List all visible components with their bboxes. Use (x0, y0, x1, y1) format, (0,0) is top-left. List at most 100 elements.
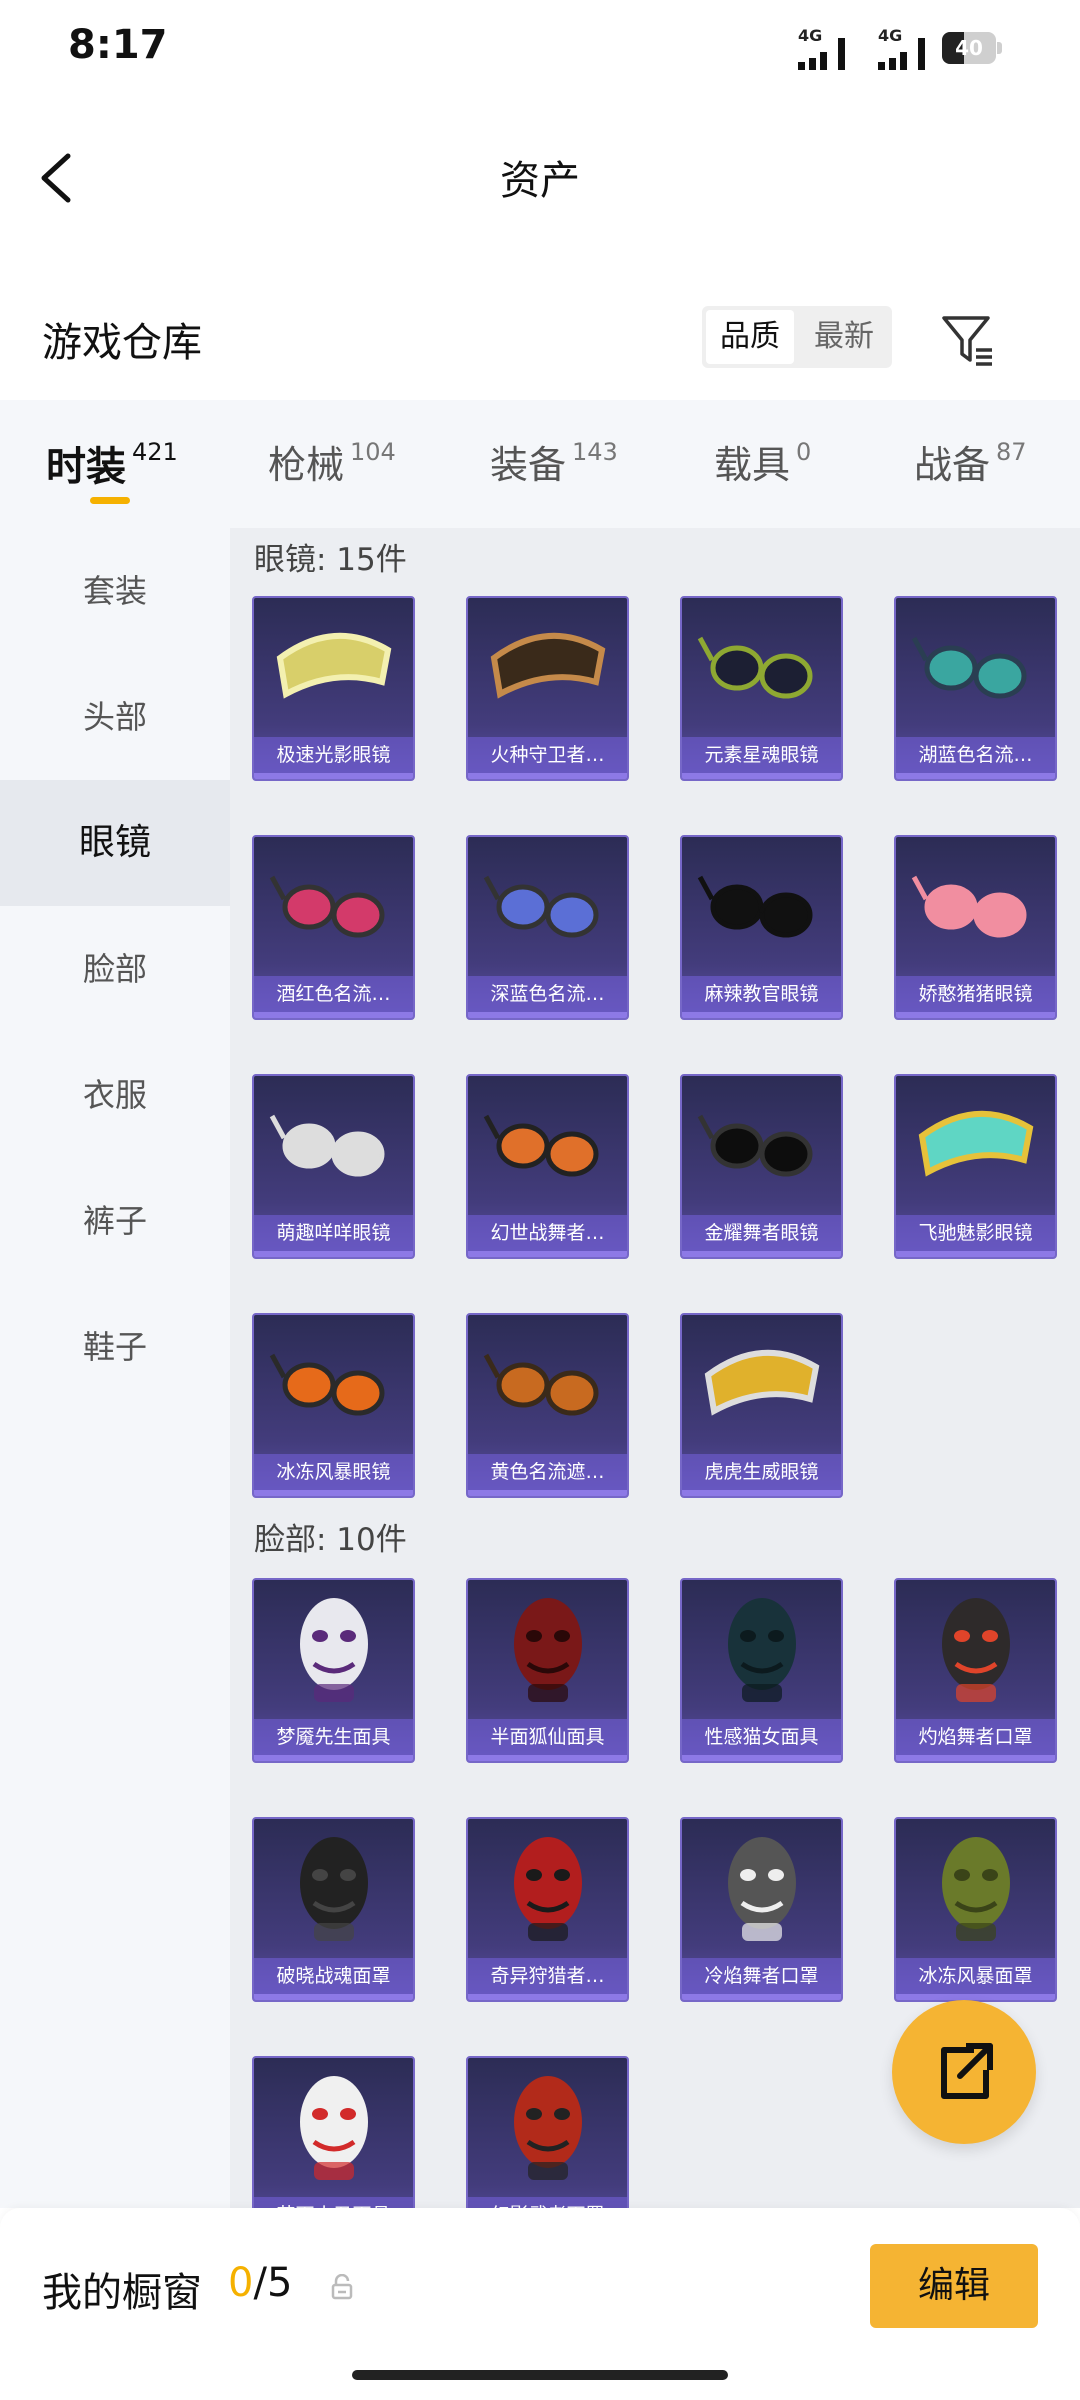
status-time: 8:17 (68, 22, 168, 68)
item-image (514, 1837, 582, 1941)
signal-bars-icon-2 (918, 30, 932, 70)
battery-icon: 40 (942, 32, 1002, 64)
item-card[interactable]: 金耀舞者眼镜 (680, 1074, 843, 1259)
edit-button[interactable]: 编辑 (870, 2244, 1038, 2328)
signal-icon-2: 4G (878, 26, 914, 70)
item-card[interactable]: 元素星魂眼镜 (680, 596, 843, 781)
item-grid-area: 眼镜: 15件 极速光影眼镜 火种守卫者… 元素星魂眼镜 湖蓝色名流… 酒红色名流… 深蓝… (230, 528, 1080, 2208)
item-image (697, 875, 813, 938)
sidebar-item-pants[interactable]: 裤子 (0, 1158, 230, 1284)
sidebar-item-glasses[interactable]: 眼镜 (0, 780, 230, 906)
item-card[interactable]: 灼焰舞者口罩 (894, 1578, 1057, 1763)
tab-label: 枪械 (268, 443, 345, 487)
sort-newest-button[interactable]: 最新 (800, 310, 888, 364)
signal-bars-icon (838, 30, 852, 70)
item-image (300, 2076, 368, 2180)
glasses-grid: 极速光影眼镜 火种守卫者… 元素星魂眼镜 湖蓝色名流… 酒红色名流… 深蓝色名流… 麻辣教官… (252, 596, 1072, 1498)
item-card[interactable]: 半面狐仙面具 (466, 1578, 629, 1763)
sidebar-item-clothes[interactable]: 衣服 (0, 1032, 230, 1158)
share-external-icon[interactable] (892, 2000, 1036, 2144)
sidebar-item-head[interactable]: 头部 (0, 654, 230, 780)
item-image (269, 875, 385, 938)
lock-icon (330, 2273, 354, 2300)
warehouse-title: 游戏仓库 (42, 320, 202, 366)
page-title: 资产 (500, 158, 580, 204)
item-card[interactable]: 性感猫女面具 (680, 1578, 843, 1763)
tab-firearms[interactable]: 枪械 104 (268, 434, 396, 489)
rarity-bar (254, 773, 413, 779)
item-name: 黄色名流遮… (468, 1454, 627, 1490)
item-image (514, 2076, 582, 2180)
showcase-max: 5 (266, 2260, 293, 2306)
item-image (300, 1598, 368, 1702)
rarity-bar (896, 773, 1055, 779)
showcase-slash: / (253, 2260, 267, 2306)
item-image (728, 1837, 796, 1941)
item-name: 幻影武者面罩 (468, 2197, 627, 2208)
rarity-bar (682, 1251, 841, 1257)
item-card[interactable]: 黄色名流遮… (466, 1313, 629, 1498)
section-title-glasses: 眼镜: 15件 (254, 542, 407, 578)
item-card[interactable]: 萌趣咩咩眼镜 (252, 1074, 415, 1259)
item-name: 性感猫女面具 (682, 1719, 841, 1755)
tab-fashion[interactable]: 时装 421 (46, 434, 178, 492)
item-card[interactable]: 破晓战魂面罩 (252, 1817, 415, 2002)
item-card[interactable]: 酒红色名流… (252, 835, 415, 1020)
item-card[interactable]: 飞驰魅影眼镜 (894, 1074, 1057, 1259)
item-name: 酒红色名流… (254, 976, 413, 1012)
item-card[interactable]: 花面小丑面具 (252, 2056, 415, 2208)
filter-icon[interactable] (938, 310, 998, 370)
item-name: 麻辣教官眼镜 (682, 976, 841, 1012)
tab-vehicles[interactable]: 载具 0 (714, 434, 811, 489)
app-header: 资产 (0, 100, 1080, 250)
item-name: 冰冻风暴眼镜 (254, 1454, 413, 1490)
home-indicator (352, 2370, 728, 2380)
sidebar-item-suit[interactable]: 套装 (0, 528, 230, 654)
rarity-bar (468, 773, 627, 779)
category-tabs: 时装 421 枪械 104 装备 143 载具 0 战备 87 (0, 400, 1080, 528)
item-card[interactable]: 冰冻风暴眼镜 (252, 1313, 415, 1498)
item-name: 奇异狩猎者… (468, 1958, 627, 1994)
item-image (942, 1598, 1010, 1702)
item-image (704, 1349, 820, 1416)
item-name: 湖蓝色名流… (896, 737, 1055, 773)
item-image (276, 632, 392, 699)
rarity-bar (896, 1755, 1055, 1761)
rarity-bar (254, 1490, 413, 1496)
tab-supplies[interactable]: 战备 87 (914, 434, 1027, 489)
sort-quality-button[interactable]: 品质 (706, 310, 794, 364)
item-name: 虎虎生威眼镜 (682, 1454, 841, 1490)
tab-equipment[interactable]: 装备 143 (490, 434, 618, 489)
item-card[interactable]: 冷焰舞者口罩 (680, 1817, 843, 2002)
item-card[interactable]: 幻影武者面罩 (466, 2056, 629, 2208)
item-name: 深蓝色名流… (468, 976, 627, 1012)
item-card[interactable]: 麻辣教官眼镜 (680, 835, 843, 1020)
item-card[interactable]: 幻世战舞者… (466, 1074, 629, 1259)
rarity-bar (254, 1251, 413, 1257)
item-card[interactable]: 奇异狩猎者… (466, 1817, 629, 2002)
item-image (911, 875, 1027, 938)
item-image (697, 1114, 813, 1177)
section-title-face: 脸部: 10件 (254, 1522, 407, 1558)
item-card[interactable]: 虎虎生威眼镜 (680, 1313, 843, 1498)
tab-label: 战备 (914, 443, 991, 487)
item-card[interactable]: 火种守卫者… (466, 596, 629, 781)
item-card[interactable]: 娇憨猪猪眼镜 (894, 835, 1057, 1020)
showcase-count: 0/5 (228, 2260, 292, 2306)
item-card[interactable]: 冰冻风暴面罩 (894, 1817, 1057, 2002)
rarity-bar (254, 1755, 413, 1761)
item-image (269, 1114, 385, 1177)
tab-count: 421 (132, 438, 178, 466)
item-name: 梦魇先生面具 (254, 1719, 413, 1755)
item-card[interactable]: 极速光影眼镜 (252, 596, 415, 781)
item-image (483, 875, 599, 938)
showcase-current: 0 (228, 2260, 254, 2306)
item-card[interactable]: 湖蓝色名流… (894, 596, 1057, 781)
rarity-bar (682, 1755, 841, 1761)
sidebar-item-face[interactable]: 脸部 (0, 906, 230, 1032)
item-card[interactable]: 梦魇先生面具 (252, 1578, 415, 1763)
sidebar-item-shoes[interactable]: 鞋子 (0, 1284, 230, 1410)
rarity-bar (468, 1012, 627, 1018)
item-card[interactable]: 深蓝色名流… (466, 835, 629, 1020)
rarity-bar (682, 1012, 841, 1018)
